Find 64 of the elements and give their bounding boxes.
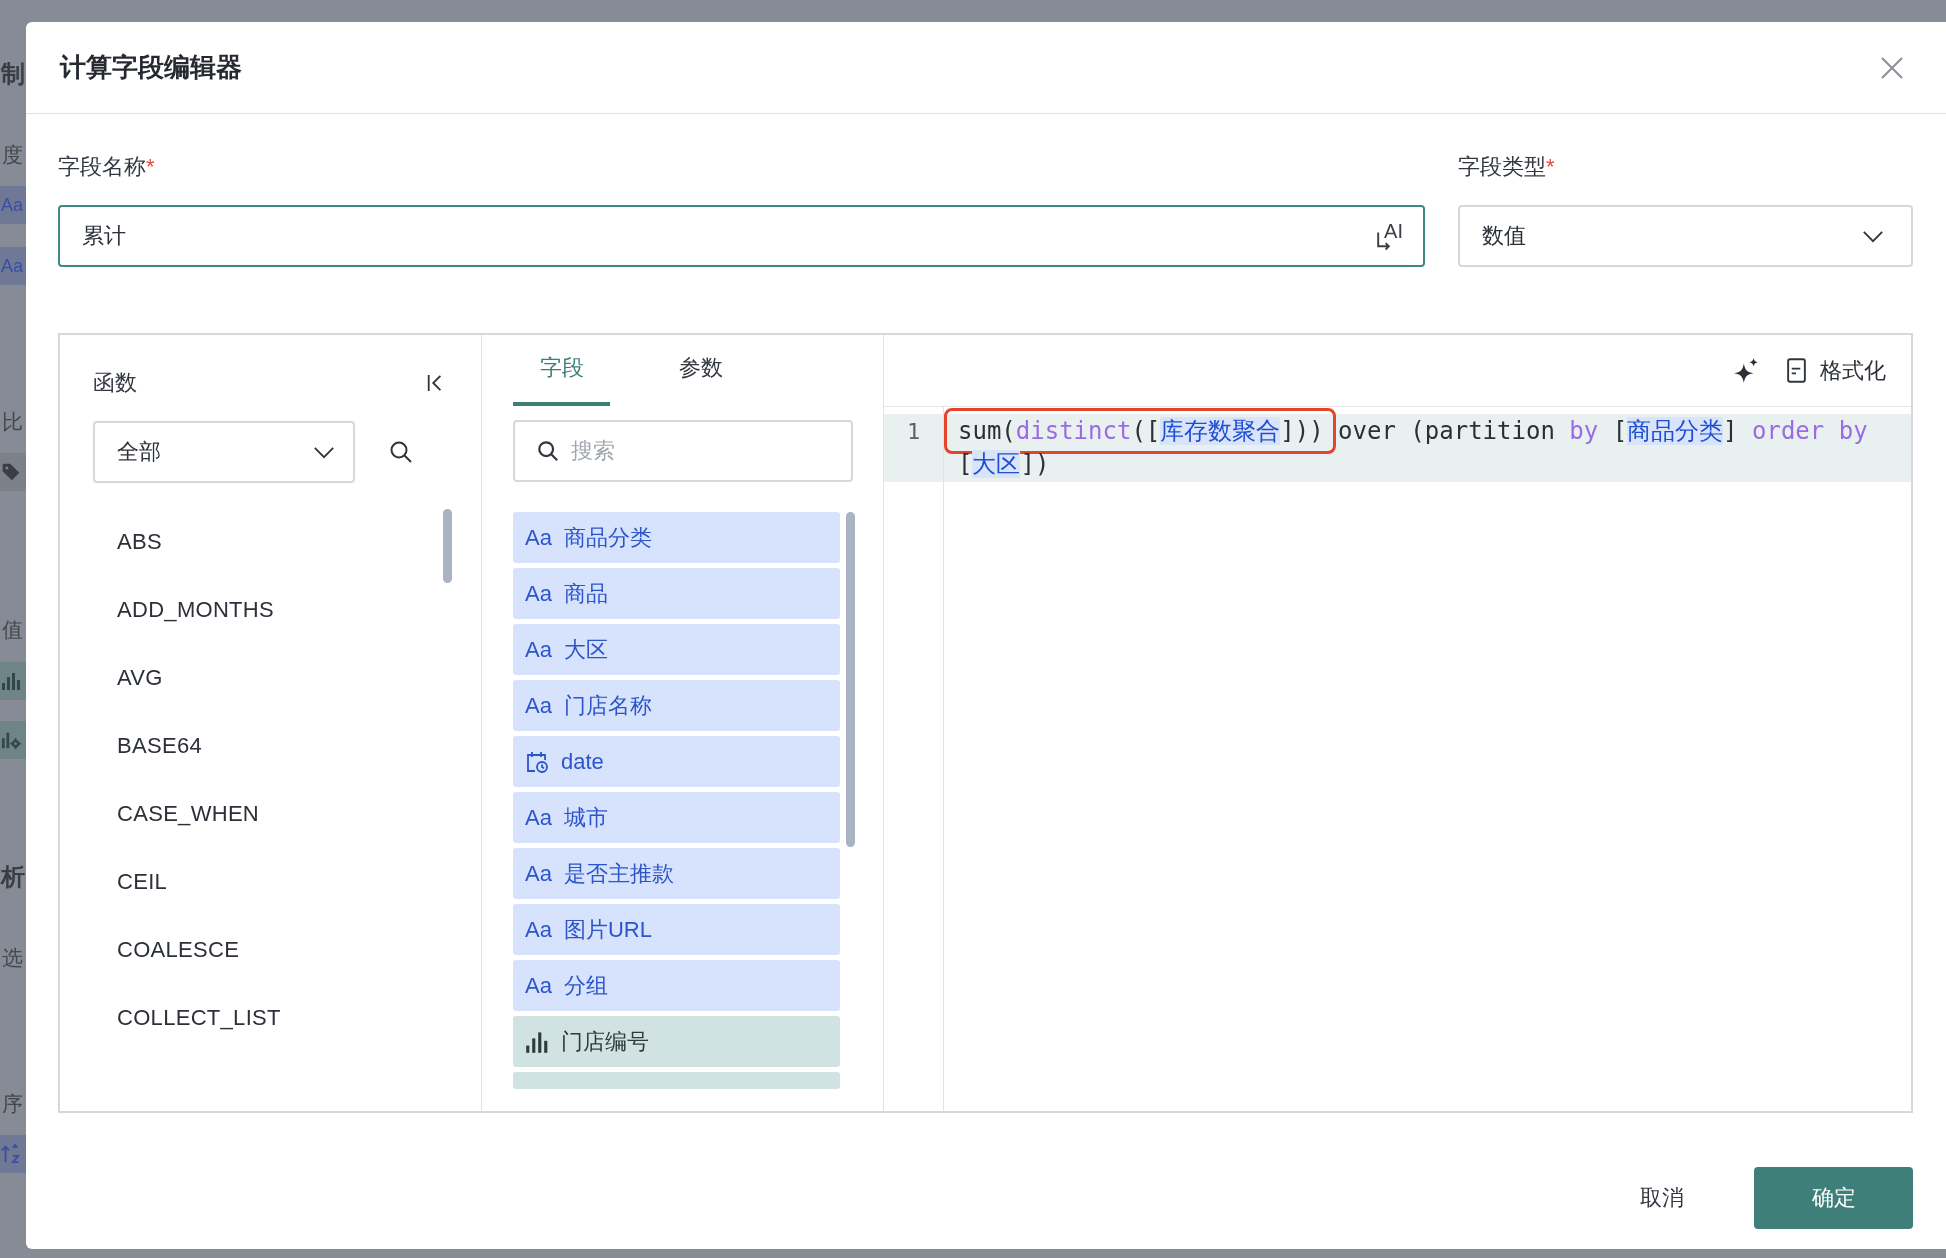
item-label: 值 [1,617,24,643]
tag-icon [1,462,21,482]
chevron-down-icon [1862,229,1884,243]
item-label: 序 [1,1091,24,1117]
bar-chart-icon [525,1029,549,1054]
calendar-clock-icon [525,749,549,774]
close-icon[interactable] [1880,55,1904,80]
item-label: 度 [1,142,24,168]
format-button[interactable]: 格式化 [1787,355,1886,386]
text-type-icon: Aa [525,972,552,999]
function-item[interactable]: ABS [117,508,417,576]
text-type-icon: Aa [525,692,552,719]
field-item[interactable]: date [513,736,840,787]
field-item[interactable]: Aa 大区 [513,624,840,675]
function-item[interactable]: AVG [117,644,417,712]
text-type-icon: Aa [525,636,552,663]
text-type-icon: Aa [525,580,552,607]
function-item[interactable]: ADD_MONTHS [117,576,417,644]
search-icon[interactable] [389,440,413,464]
field-item[interactable]: Aa 商品分类 [513,512,840,563]
chevron-down-icon [313,445,335,459]
scrollbar[interactable] [846,512,855,847]
field-item[interactable]: Aa 商品 [513,568,840,619]
tab[interactable]: 参数 [652,344,749,406]
panel-title: 函数 [93,369,137,397]
field-item[interactable]: Aa 门店名称 [513,680,840,731]
name-input[interactable]: 累计 AI [58,205,1425,267]
text-type-icon: Aa [525,524,552,551]
item-label: 选 [1,945,24,971]
document-icon [1787,358,1806,383]
text-type-icon: Aa [525,804,552,831]
sort-icon [1,1144,21,1164]
line-number: 1 [884,414,944,482]
item-label: 比 [1,409,24,435]
field-item[interactable]: Aa 分组 [513,960,840,1011]
sparkle-icon[interactable] [1733,357,1759,384]
function-item[interactable]: CEIL [117,848,417,916]
section-heading: 制 [0,59,26,89]
field-label: 字段名称 [58,153,146,181]
scrollbar[interactable] [443,509,452,583]
category-select[interactable]: 全部 [93,421,355,483]
field-item[interactable]: Aa 图片URL [513,904,840,955]
field-item[interactable] [513,1072,840,1089]
function-item[interactable]: COALESCE [117,916,417,984]
function-item[interactable]: CASE_WHEN [117,780,417,848]
field-item[interactable]: Aa 是否主推款 [513,848,840,899]
section-heading: 析 [0,862,26,892]
search-icon [537,440,559,462]
text-type-icon: Aa [525,860,552,887]
field-label: 字段类型 [1458,153,1546,181]
text-type-icon: Aa [525,916,552,943]
ai-button[interactable]: AI [1375,220,1403,252]
bar-chart-icon [1,671,21,691]
field-item[interactable]: 门店编号 [513,1016,840,1067]
cancel-button[interactable]: 取消 [1610,1167,1714,1229]
tab[interactable]: 字段 [513,344,610,406]
confirm-button[interactable]: 确定 [1754,1167,1913,1229]
function-item[interactable]: COLLECT_LIST [117,984,417,1052]
required-mark: * [1546,154,1555,180]
dialog-title: 计算字段编辑器 [60,51,242,84]
type-select[interactable]: 数值 [1458,205,1913,267]
required-mark: * [146,154,155,180]
field-item[interactable]: Aa 城市 [513,792,840,843]
function-item[interactable]: BASE64 [117,712,417,780]
